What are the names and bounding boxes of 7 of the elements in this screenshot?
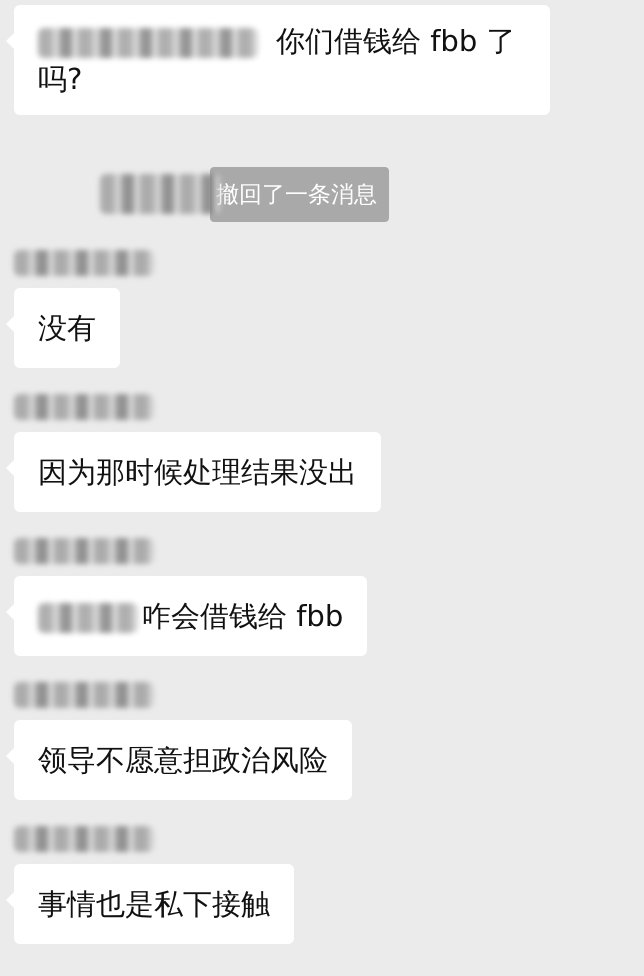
message-text: 因为那时候处理结果没出 [38, 455, 357, 489]
recall-notice: 撤回了一条消息 [210, 166, 389, 222]
message-text: 没有 [38, 311, 96, 345]
message-text: 你们借钱给 fbb 了吗? [38, 24, 516, 96]
message-text: 领导不愿意担政治风险 [38, 743, 328, 777]
message-text: 事情也是私下接触 [38, 887, 270, 921]
message-text: 咋会借钱给 fbb [142, 599, 344, 633]
